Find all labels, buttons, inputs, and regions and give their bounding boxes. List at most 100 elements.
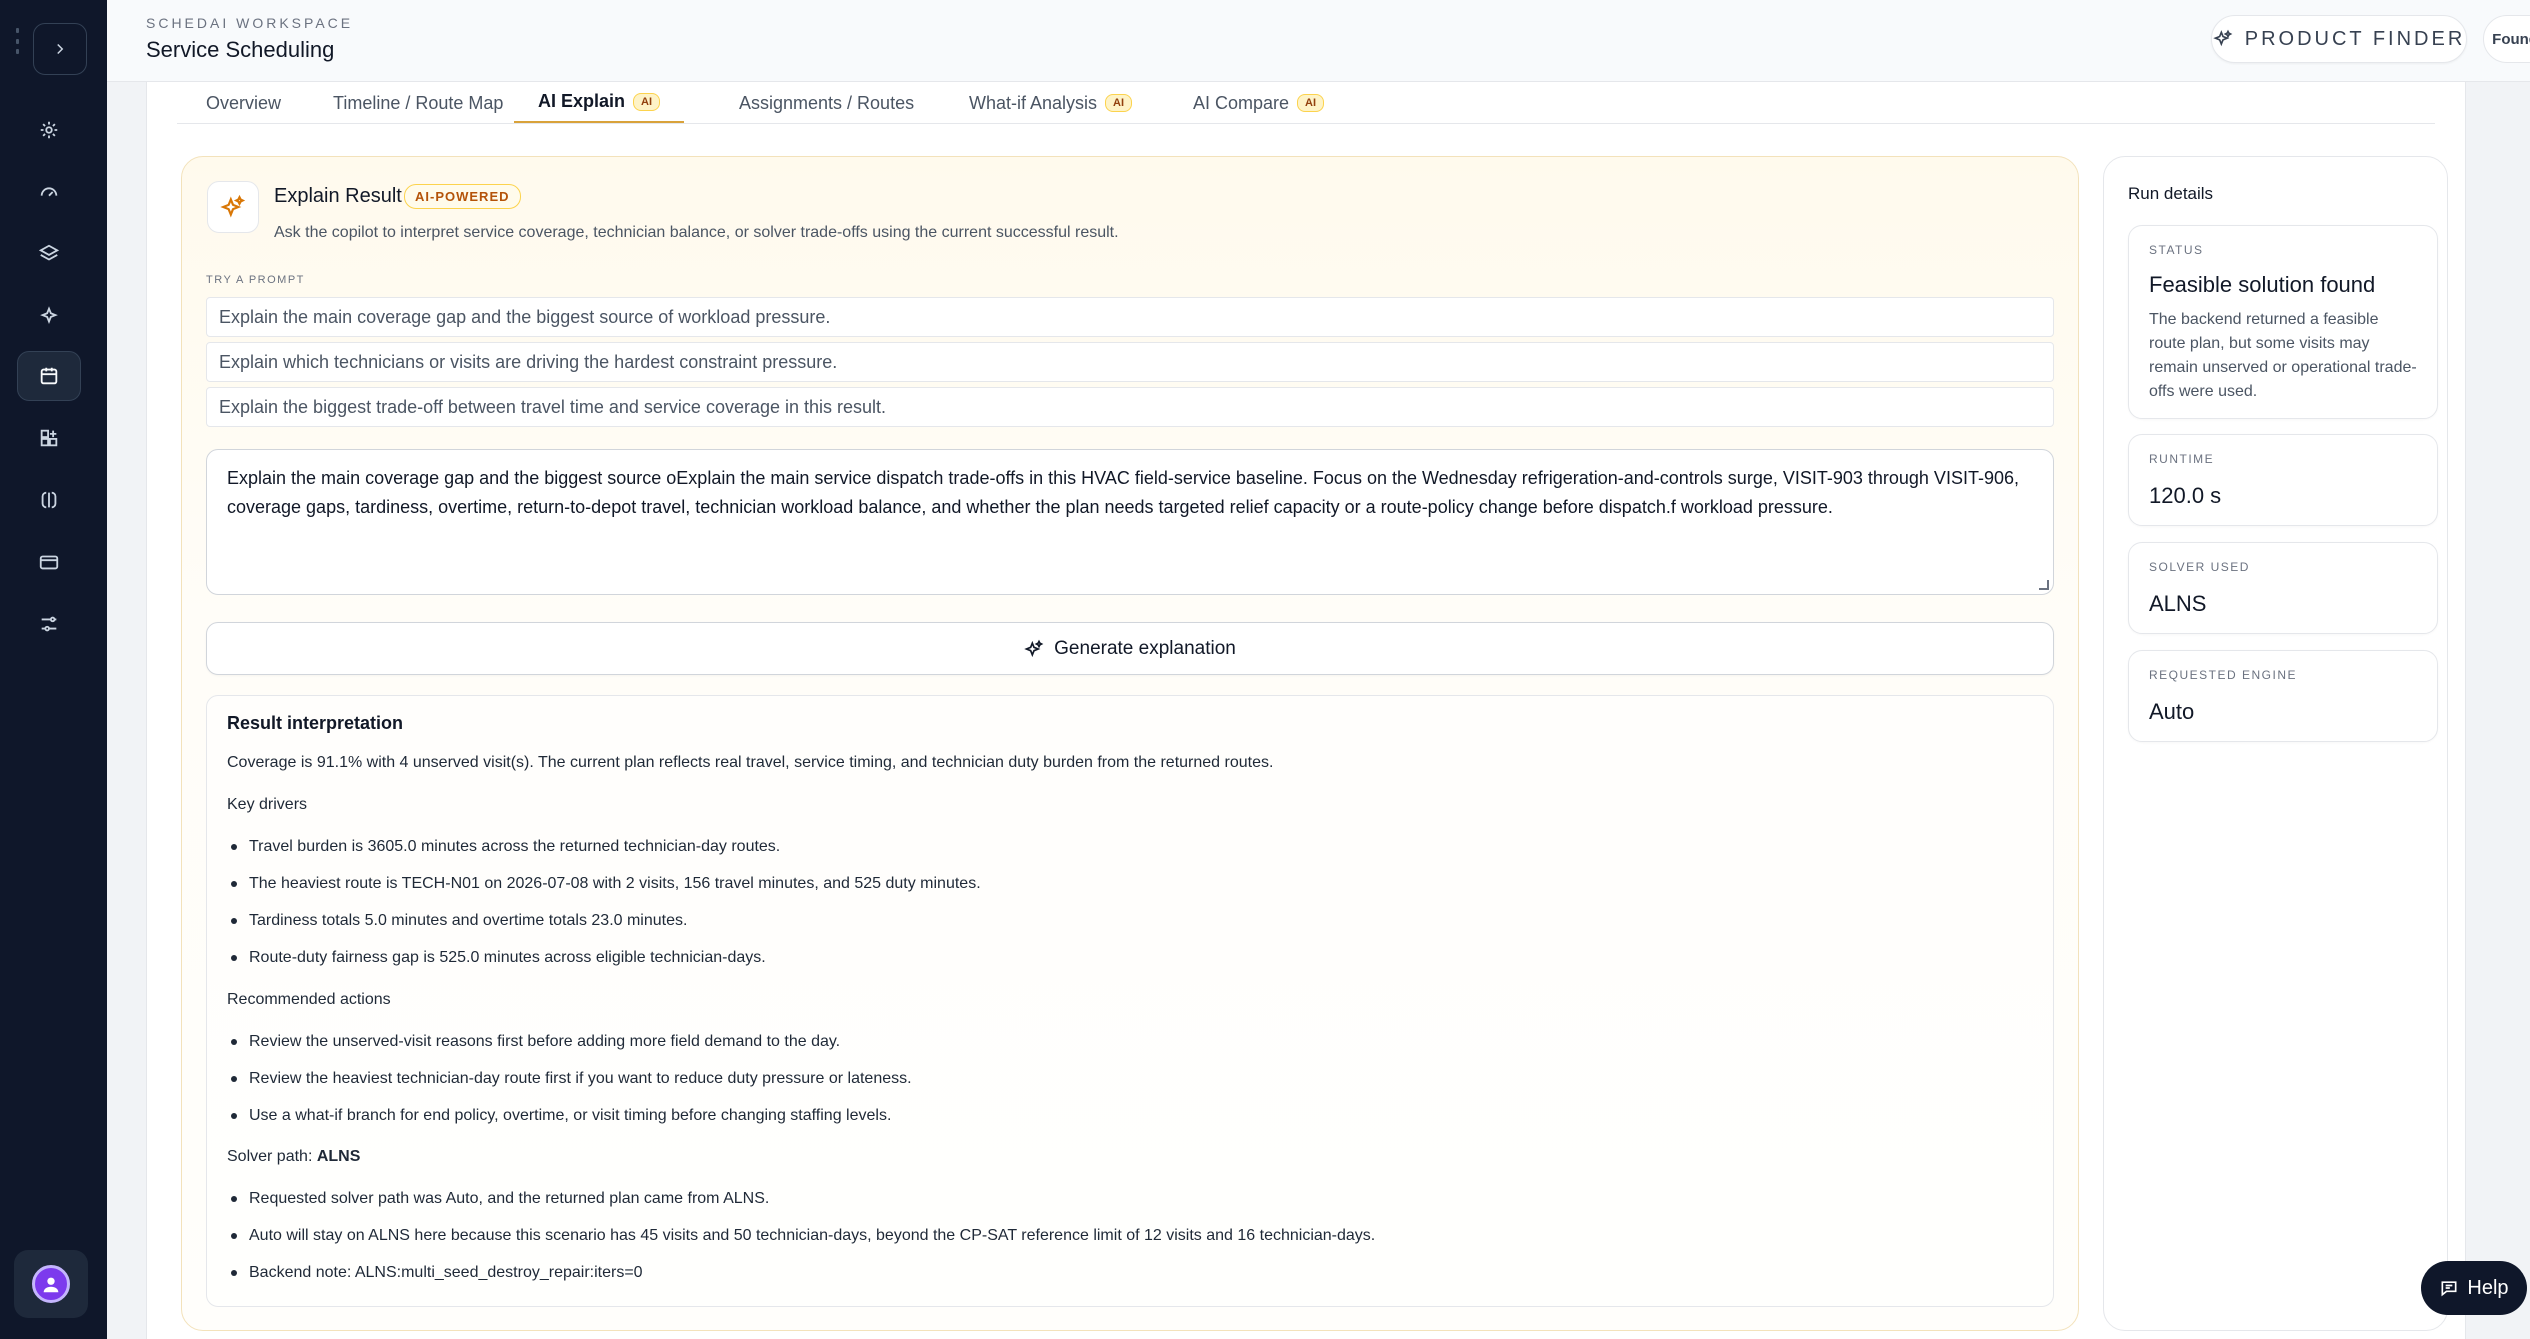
tab-label: AI Explain <box>538 91 626 111</box>
solver-card: SOLVER USED ALNS <box>2128 542 2438 634</box>
engine-card: REQUESTED ENGINE Auto <box>2128 650 2438 742</box>
ai-badge: AI <box>633 92 661 111</box>
tab-timeline[interactable]: Timeline / Route Map <box>333 82 503 124</box>
gauge-icon <box>40 187 58 197</box>
user-menu[interactable] <box>14 1250 88 1318</box>
solver-label: SOLVER USED <box>2149 560 2250 574</box>
credit-card-icon <box>39 555 59 570</box>
help-button[interactable]: Help <box>2421 1261 2527 1315</box>
runtime-card: RUNTIME 120.0 s <box>2128 434 2438 526</box>
chat-icon <box>2441 1281 2457 1297</box>
avatar <box>32 1265 70 1303</box>
settings-icon <box>40 121 58 139</box>
status-description: The backend returned a feasible route pl… <box>2149 311 2417 400</box>
product-finder-label: PRODUCT FINDER <box>2244 27 2466 50</box>
tab-assignments[interactable]: Assignments / Routes <box>739 82 914 124</box>
tab-bar: Overview Timeline / Route Map AI Explain… <box>147 82 2467 124</box>
explain-icon-box <box>207 181 259 233</box>
list-item: Use a what-if branch for end policy, ove… <box>231 1107 891 1125</box>
list-item: Tardiness totals 5.0 minutes and overtim… <box>231 912 687 930</box>
main-content: Overview Timeline / Route Map AI Explain… <box>146 82 2466 1339</box>
engine-label: REQUESTED ENGINE <box>2149 668 2298 682</box>
actions-heading: Recommended actions <box>227 991 391 1008</box>
status-value: Feasible solution found <box>2149 272 2376 297</box>
sidebar-item-insights[interactable] <box>17 475 81 525</box>
sidebar <box>0 0 107 1339</box>
sparkles-icon <box>1024 639 1044 657</box>
list-item: The heaviest route is TECH-N01 on 2026-0… <box>231 875 981 893</box>
brain-icon <box>41 491 57 509</box>
runtime-value: 120.0 s <box>2149 483 2222 508</box>
explain-subtitle: Ask the copilot to interpret service cov… <box>274 224 1119 241</box>
list-item: Backend note: ALNS:multi_seed_destroy_re… <box>231 1264 643 1282</box>
prompt-text: Explain the main coverage gap and the bi… <box>227 468 2019 517</box>
sidebar-item-scheduling[interactable] <box>17 351 81 401</box>
prompt-suggestion[interactable]: Explain the main coverage gap and the bi… <box>206 297 2054 337</box>
account-button[interactable]: Founder account <box>2483 15 2530 63</box>
sidebar-item-ai[interactable] <box>17 291 81 341</box>
page-title: Service Scheduling <box>146 37 335 62</box>
list-item: Review the heaviest technician-day route… <box>231 1070 912 1088</box>
tab-ai-explain[interactable]: AI Explain AI <box>514 82 685 124</box>
try-prompt-label: TRY A PROMPT <box>206 274 305 286</box>
help-label: Help <box>2467 1276 2509 1299</box>
list-item: Travel burden is 3605.0 minutes across t… <box>231 838 780 856</box>
drag-handle[interactable] <box>16 28 20 54</box>
sidebar-item-preferences[interactable] <box>17 599 81 649</box>
sparkles-icon <box>220 194 246 218</box>
layers-icon <box>38 244 60 261</box>
sparkles-icon <box>2212 29 2233 47</box>
generate-label: Generate explanation <box>1054 637 1236 659</box>
ai-badge: AI <box>1105 94 1133 112</box>
sliders-icon <box>41 616 57 632</box>
sidebar-item-settings[interactable] <box>17 105 81 155</box>
sidebar-item-layers[interactable] <box>17 229 81 279</box>
status-card: STATUS Feasible solution found The backe… <box>2128 225 2438 419</box>
status-label: STATUS <box>2149 243 2204 257</box>
result-summary: Coverage is 91.1% with 4 unserved visit(… <box>227 754 1274 771</box>
tab-what-if[interactable]: What-if Analysis AI <box>969 82 1133 124</box>
prompt-suggestion[interactable]: Explain the biggest trade-off between tr… <box>206 387 2054 427</box>
tab-label: What-if Analysis <box>969 92 1098 113</box>
list-item: Auto will stay on ALNS here because this… <box>231 1227 1375 1245</box>
sidebar-item-dashboard[interactable] <box>17 167 81 217</box>
ai-badge: AI <box>1297 94 1325 112</box>
run-details-panel: Run details STATUS Feasible solution fou… <box>2103 156 2448 1331</box>
sidebar-item-billing[interactable] <box>17 537 81 587</box>
tab-overview[interactable]: Overview <box>206 82 281 124</box>
calendar-icon <box>40 367 58 385</box>
explain-panel: Explain Result AI-POWERED Ask the copilo… <box>181 156 2079 1331</box>
prompt-suggestion[interactable]: Explain which technicians or visits are … <box>206 342 2054 382</box>
list-item: Route-duty fairness gap is 525.0 minutes… <box>231 949 766 967</box>
tab-ai-compare[interactable]: AI Compare AI <box>1193 82 1325 124</box>
result-interpretation: Result interpretation Coverage is 91.1% … <box>206 695 2054 1307</box>
resize-handle[interactable] <box>2039 580 2049 590</box>
tab-label: Timeline / Route Map <box>333 92 504 113</box>
explain-title: Explain Result <box>274 185 402 207</box>
sidebar-item-apps[interactable] <box>17 413 81 463</box>
product-finder-button[interactable]: PRODUCT FINDER <box>2211 15 2467 63</box>
tab-label: Overview <box>206 92 282 113</box>
top-header: SCHEDAI WORKSPACE Service Scheduling PRO… <box>107 0 2530 82</box>
sparkles-icon <box>40 306 58 324</box>
engine-value: Auto <box>2149 699 2195 724</box>
drivers-heading: Key drivers <box>227 796 308 813</box>
prompt-textarea[interactable]: Explain the main coverage gap and the bi… <box>206 449 2054 595</box>
ai-powered-badge: AI-POWERED <box>404 184 521 209</box>
solver-value: ALNS <box>2149 591 2207 616</box>
list-item: Review the unserved-visit reasons first … <box>231 1033 840 1051</box>
grid-plus-icon <box>40 429 58 447</box>
runtime-label: RUNTIME <box>2149 452 2215 466</box>
sidebar-toggle-button[interactable] <box>33 23 87 75</box>
user-icon <box>43 1277 59 1293</box>
solver-path: Solver path: ALNS <box>227 1148 361 1165</box>
tab-label: AI Compare <box>1193 92 1290 113</box>
list-item: Requested solver path was Auto, and the … <box>231 1190 769 1208</box>
generate-explanation-button[interactable]: Generate explanation <box>206 622 2054 675</box>
result-title: Result interpretation <box>227 713 404 733</box>
tab-label: Assignments / Routes <box>739 92 915 113</box>
chevron-right-icon <box>57 43 64 55</box>
run-details-title: Run details <box>2128 184 2214 203</box>
tab-divider <box>177 123 2435 124</box>
workspace-label: SCHEDAI WORKSPACE <box>146 15 354 31</box>
